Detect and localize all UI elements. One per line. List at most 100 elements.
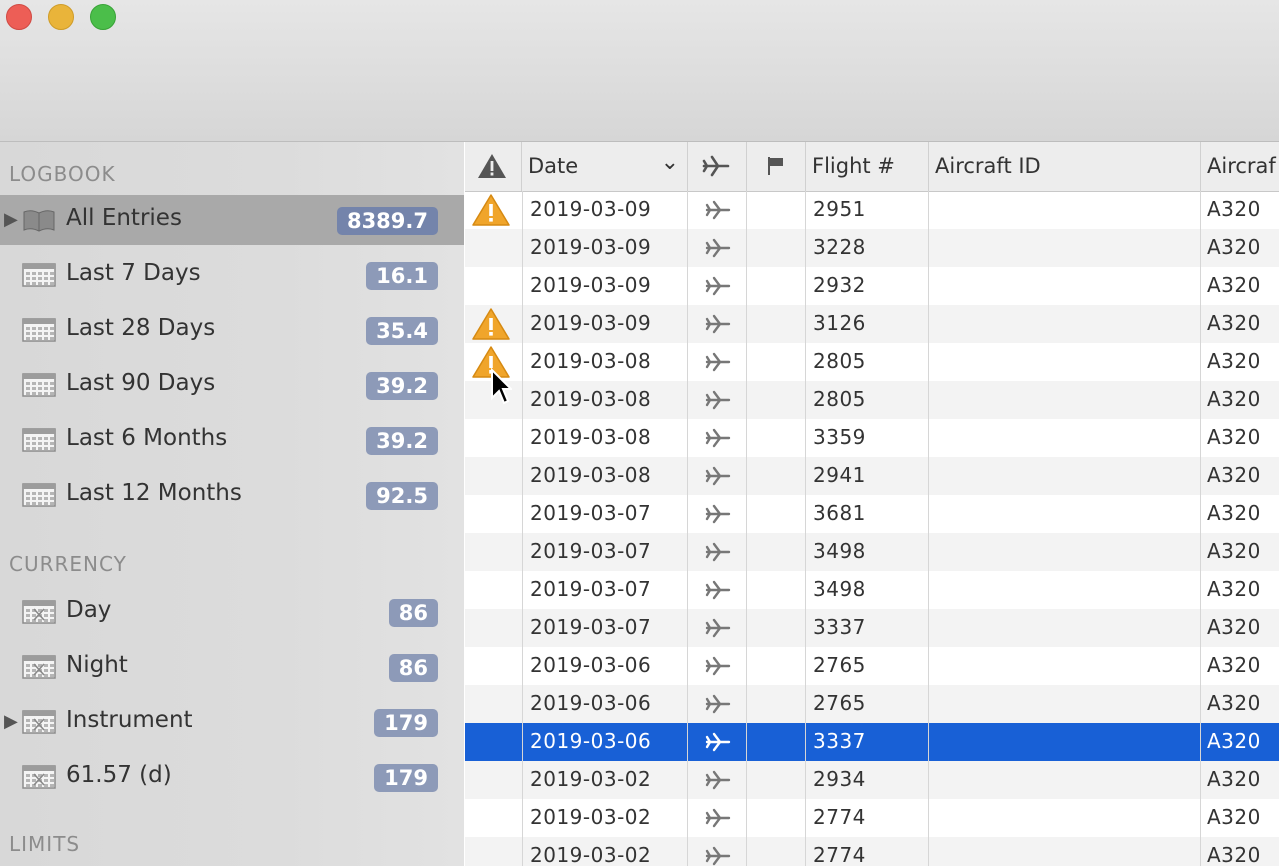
aircraft-id-cell	[935, 457, 1201, 495]
date-cell: 2019-03-07	[530, 577, 652, 601]
warning-cell	[465, 533, 522, 571]
date-cell: 2019-03-07	[530, 539, 652, 563]
table-row[interactable]: 2019-03-07 3681 A320	[465, 495, 1279, 533]
airplane-icon	[705, 808, 730, 828]
sidebar-item-last-90-days[interactable]: Last 90 Days 39.2	[0, 360, 464, 410]
date-cell: 2019-03-02	[530, 843, 652, 866]
flight-number-cell: 3337	[813, 615, 866, 639]
flight-type-cell	[688, 305, 747, 343]
warning-icon	[478, 154, 506, 178]
sidebar-item-label: Night	[66, 652, 128, 678]
aircraft-type-cell: A320	[1207, 843, 1261, 866]
aircraft-id-cell	[935, 229, 1201, 267]
close-window-button[interactable]	[6, 4, 32, 30]
table-row[interactable]: 2019-03-06 3337 A320	[465, 723, 1279, 761]
table-row[interactable]: 2019-03-09 3126 A320	[465, 305, 1279, 343]
airplane-icon	[705, 352, 730, 372]
table-row[interactable]: 2019-03-08 3359 A320	[465, 419, 1279, 457]
sidebar-item-label: Last 6 Months	[66, 425, 228, 451]
table-row[interactable]: 2019-03-02 2774 A320	[465, 799, 1279, 837]
table-row[interactable]: 2019-03-08 2805 A320	[465, 343, 1279, 381]
warning-cell	[465, 419, 522, 457]
column-header-warning[interactable]	[465, 142, 522, 191]
flight-type-cell	[688, 685, 747, 723]
airplane-icon	[705, 276, 730, 296]
table-row[interactable]: 2019-03-02 2774 A320	[465, 837, 1279, 866]
aircraft-id-cell	[935, 267, 1201, 305]
zoom-window-button[interactable]	[90, 4, 116, 30]
flag-cell	[747, 457, 806, 495]
sidebar-item-all-entries[interactable]: ▶ All Entries 8389.7	[0, 195, 464, 245]
flight-number-cell: 3126	[813, 311, 866, 335]
column-header-flag[interactable]	[747, 142, 806, 191]
sidebar-item-last-7-days[interactable]: Last 7 Days 16.1	[0, 250, 464, 300]
disclosure-triangle-icon[interactable]: ▶	[4, 209, 18, 230]
minimize-window-button[interactable]	[48, 4, 74, 30]
column-header-type[interactable]	[688, 142, 747, 191]
sidebar-item-last-28-days[interactable]: Last 28 Days 35.4	[0, 305, 464, 355]
flight-type-cell	[688, 457, 747, 495]
table-row[interactable]: 2019-03-02 2934 A320	[465, 761, 1279, 799]
warning-cell	[465, 647, 522, 685]
airplane-icon	[705, 694, 730, 714]
sidebar-item-night[interactable]: Night 86	[0, 642, 464, 692]
flight-type-cell	[688, 229, 747, 267]
flight-type-cell	[688, 799, 747, 837]
table-row[interactable]: 2019-03-09 2932 A320	[465, 267, 1279, 305]
flight-type-cell	[688, 609, 747, 647]
aircraft-id-cell	[935, 305, 1201, 343]
flag-cell	[747, 191, 806, 229]
sidebar-item-instrument[interactable]: ▶ Instrument 179	[0, 697, 464, 747]
table-row[interactable]: 2019-03-06 2765 A320	[465, 647, 1279, 685]
warning-cell	[465, 495, 522, 533]
aircraft-id-cell	[935, 799, 1201, 837]
warning-cell	[465, 609, 522, 647]
sidebar-item-label: Day	[66, 597, 112, 623]
flight-type-cell	[688, 495, 747, 533]
flight-type-cell	[688, 191, 747, 229]
flight-number-cell: 3681	[813, 501, 866, 525]
airplane-icon	[705, 504, 730, 524]
flag-cell	[747, 647, 806, 685]
aircraft-type-cell: A320	[1207, 767, 1261, 791]
date-cell: 2019-03-09	[530, 197, 652, 221]
table-row[interactable]: 2019-03-08 2941 A320	[465, 457, 1279, 495]
flight-type-cell	[688, 419, 747, 457]
sort-chevron-icon: ⌄	[660, 150, 679, 175]
airplane-icon	[702, 155, 730, 177]
count-badge: 8389.7	[336, 207, 438, 235]
column-divider	[928, 191, 929, 866]
mouse-pointer-icon	[491, 368, 512, 405]
column-header-date[interactable]: Date ⌄	[522, 142, 688, 191]
table-row[interactable]: 2019-03-07 3337 A320	[465, 609, 1279, 647]
flight-number-cell: 3498	[813, 577, 866, 601]
flag-cell	[747, 571, 806, 609]
aircraft-type-cell: A320	[1207, 273, 1261, 297]
sidebar-item-61-57-d[interactable]: 61.57 (d) 179	[0, 752, 464, 802]
sidebar-item-last-12-months[interactable]: Last 12 Months 92.5	[0, 470, 464, 520]
date-cell: 2019-03-09	[530, 273, 652, 297]
flight-number-cell: 2934	[813, 767, 866, 791]
aircraft-type-cell: A320	[1207, 729, 1261, 753]
column-header-aircraft-type[interactable]: Aircraf	[1201, 142, 1279, 191]
warning-cell	[465, 837, 522, 866]
flag-cell	[747, 495, 806, 533]
disclosure-triangle-icon[interactable]: ▶	[4, 711, 18, 732]
count-badge: 39.2	[366, 372, 438, 400]
date-cell: 2019-03-08	[530, 425, 652, 449]
flight-number-cell: 3498	[813, 539, 866, 563]
column-header-aircraft-id[interactable]: Aircraft ID	[929, 142, 1201, 191]
warning-cell	[465, 685, 522, 723]
table-row[interactable]: 2019-03-07 3498 A320	[465, 533, 1279, 571]
table-row[interactable]: 2019-03-09 2951 A320	[465, 191, 1279, 229]
table-row[interactable]: 2019-03-09 3228 A320	[465, 229, 1279, 267]
sidebar-item-day[interactable]: Day 86	[0, 587, 464, 637]
table-row[interactable]: 2019-03-07 3498 A320	[465, 571, 1279, 609]
table-row[interactable]: 2019-03-08 2805 A320	[465, 381, 1279, 419]
table-row[interactable]: 2019-03-06 2765 A320	[465, 685, 1279, 723]
flight-number-cell: 3337	[813, 729, 866, 753]
column-header-flight[interactable]: Flight #	[806, 142, 929, 191]
sidebar-item-last-6-months[interactable]: Last 6 Months 39.2	[0, 415, 464, 465]
warning-cell	[465, 267, 522, 305]
flight-type-cell	[688, 343, 747, 381]
